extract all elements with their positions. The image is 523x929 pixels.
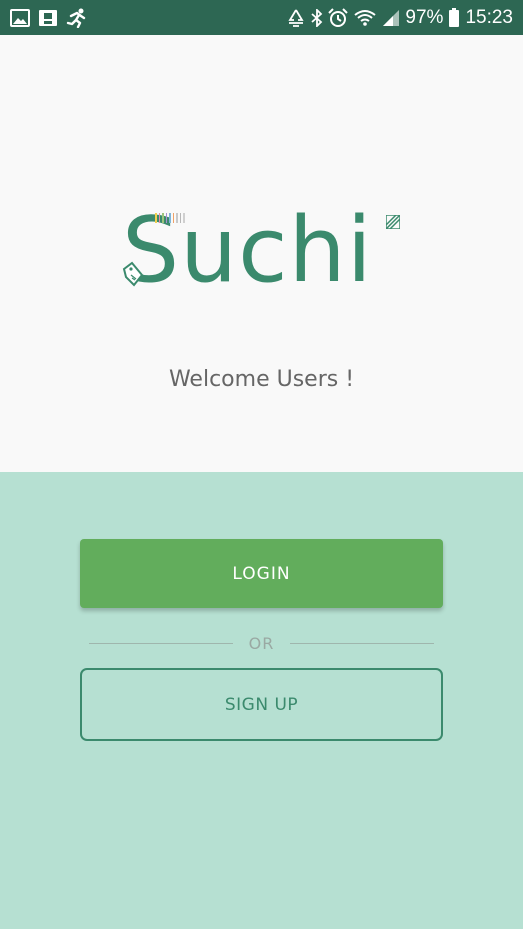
suchi-logo: Suchi xyxy=(122,201,407,303)
status-bar: 97% 15:23 xyxy=(0,0,523,35)
running-person-icon xyxy=(66,8,88,28)
alarm-icon xyxy=(328,7,349,28)
welcome-section: Suchi Welcome Users ! xyxy=(0,35,523,472)
signup-button[interactable]: SIGN UP xyxy=(80,668,443,741)
status-time: 15:23 xyxy=(465,6,513,28)
auth-panel: LOGIN OR SIGN UP xyxy=(0,472,523,929)
or-label: OR xyxy=(248,633,275,653)
photo-frame-icon xyxy=(38,9,58,27)
status-bar-left xyxy=(10,8,96,28)
bluetooth-icon xyxy=(311,8,323,27)
stripe-square-icon xyxy=(386,215,400,229)
divider-line-right xyxy=(290,642,434,644)
login-screen: 97% 15:23 Suchi Welcome Users ! LOGIN OR… xyxy=(0,0,523,929)
divider-line-left xyxy=(89,642,233,644)
login-button[interactable]: LOGIN xyxy=(80,539,443,608)
welcome-text: Welcome Users ! xyxy=(168,367,355,392)
battery-percent: 97% xyxy=(405,6,444,28)
barcode-icon xyxy=(155,213,185,223)
signal-icon xyxy=(382,9,400,27)
data-saver-icon xyxy=(286,9,306,27)
wifi-icon xyxy=(353,9,377,27)
price-tag-icon xyxy=(122,261,144,287)
battery-icon xyxy=(448,7,460,28)
status-bar-right: 97% 15:23 xyxy=(281,7,513,29)
gallery-icon xyxy=(10,8,30,27)
or-divider: OR xyxy=(89,632,434,654)
